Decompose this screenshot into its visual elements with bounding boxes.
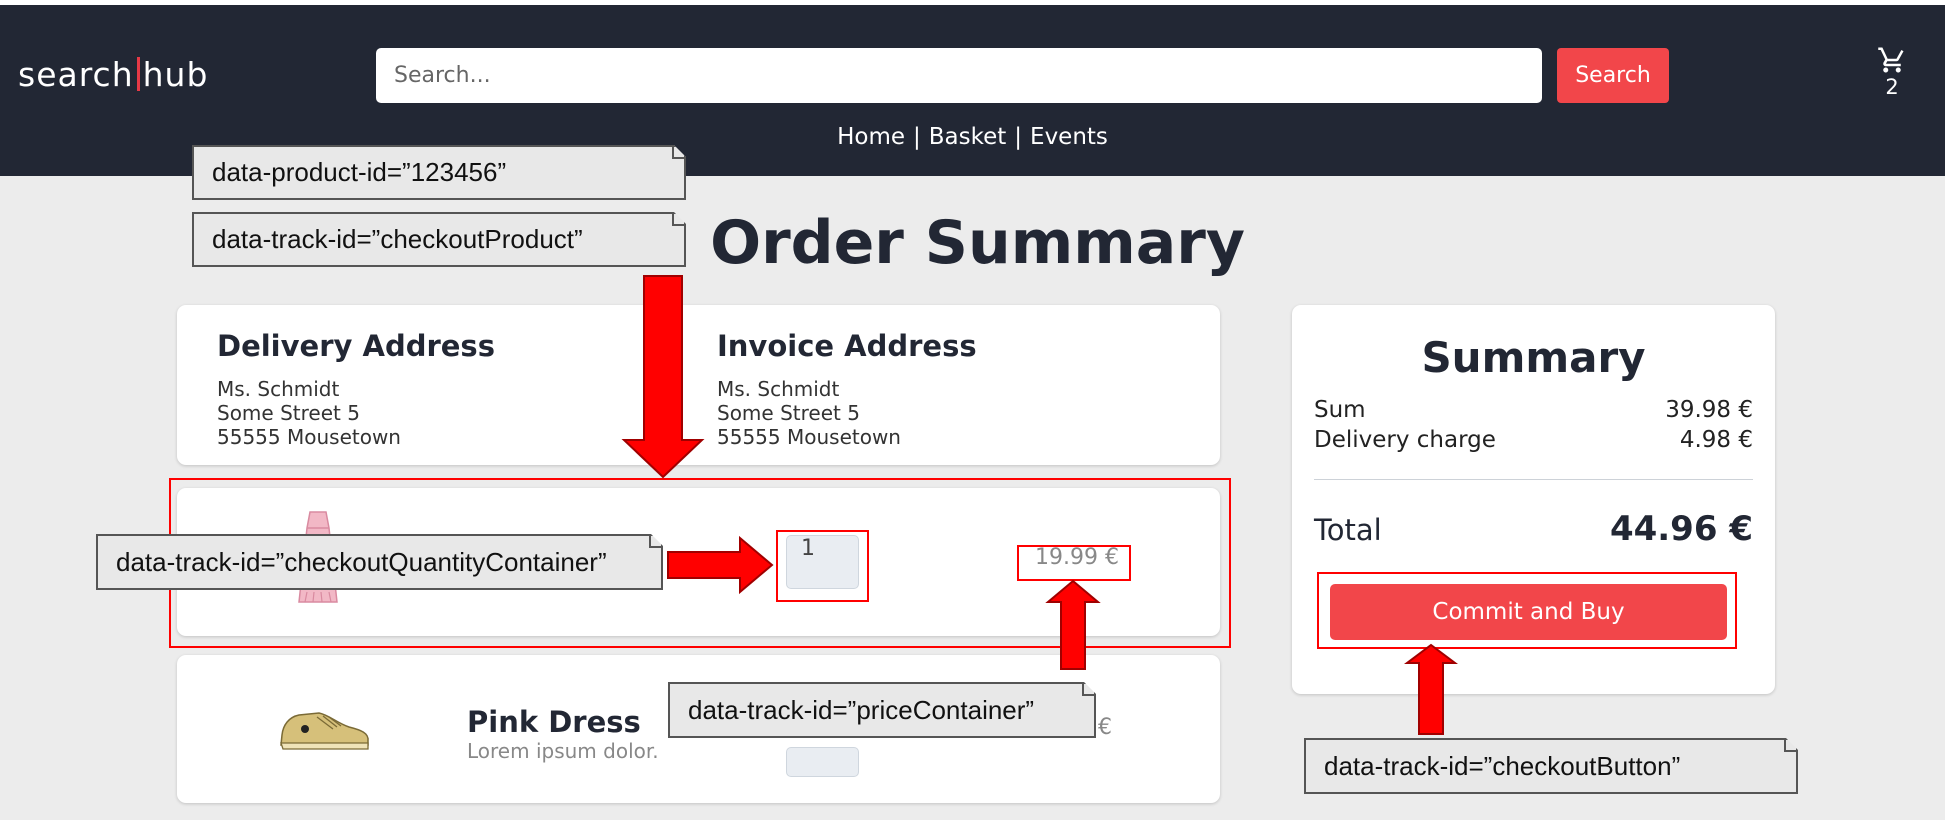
app-frame: searchhub Search 2 Home|Basket|Events Or… [0,5,1945,820]
checkout-product-callout: data-track-id=”checkoutProduct” [192,212,686,267]
price-container-callout: data-track-id=”priceContainer” [668,682,1096,738]
arrow-right-icon [667,535,774,595]
quantity-container-callout: data-track-id=”checkoutQuantityContainer… [96,534,663,590]
arrow-up-icon [1404,643,1458,735]
checkout-button-callout: data-track-id=”checkoutButton” [1304,738,1798,794]
product-id-callout: data-product-id=”123456” [192,145,686,200]
arrow-down-icon [621,275,705,479]
arrow-up-icon [1045,579,1101,670]
